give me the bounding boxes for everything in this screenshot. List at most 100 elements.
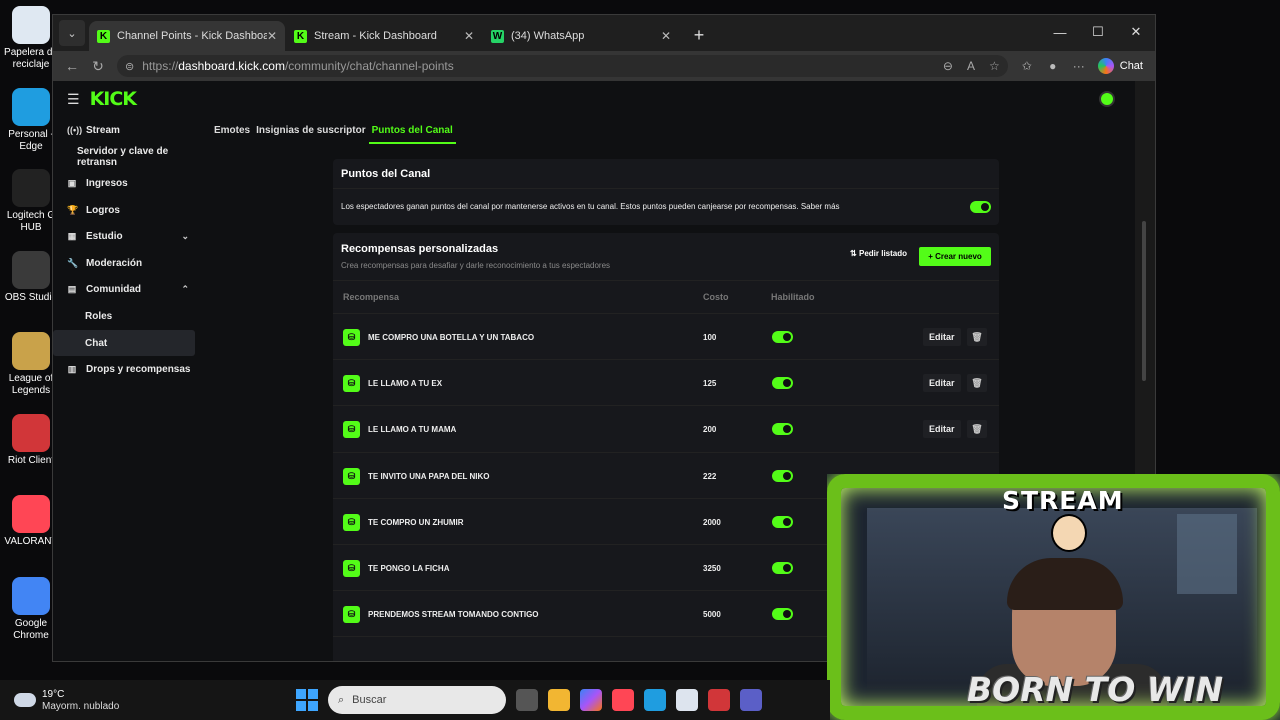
favorite-star-icon[interactable]: ☆	[989, 59, 1000, 73]
browser-tab[interactable]: W (34) WhatsApp ✕	[483, 21, 679, 51]
desktop-icon[interactable]: League of Legends	[4, 332, 58, 397]
desktop-icon[interactable]: Google Chrome	[4, 576, 58, 642]
task-view-icon[interactable]	[516, 689, 538, 711]
site-info-icon[interactable]: ⊜	[125, 60, 134, 73]
sidebar-icon: ▦	[67, 231, 77, 242]
file-explorer-icon[interactable]	[548, 689, 570, 711]
tab-bar: ⌄ K Channel Points - Kick Dashboard ✕ K Stre…	[53, 15, 1155, 51]
reward-enabled-toggle[interactable]	[772, 608, 793, 621]
sidebar-item[interactable]: Chat	[53, 329, 195, 357]
create-reward-button[interactable]: + Crear nuevo	[919, 247, 991, 266]
close-tab-icon[interactable]: ✕	[464, 29, 474, 43]
sidebar-item[interactable]: 🏆 Logros	[53, 197, 203, 224]
subtab[interactable]: Puntos del Canal	[368, 125, 456, 144]
desktop-icon[interactable]: Personal - Edge	[4, 87, 58, 153]
rewards-subtitle: Crea recompensas para desafiar y darle r…	[341, 261, 611, 270]
channel-points-description: Los espectadores ganan puntos del canal …	[341, 202, 840, 211]
sidebar-item[interactable]: ▥ Drops y recompensas	[53, 356, 203, 383]
desktop-icon[interactable]: Logitech G HUB	[4, 169, 58, 234]
reload-icon[interactable]: ↻	[85, 58, 111, 75]
close-tab-icon[interactable]: ✕	[267, 29, 277, 43]
scrollbar-thumb[interactable]	[1142, 221, 1146, 381]
user-avatar[interactable]	[1099, 91, 1115, 107]
teams-taskbar-icon[interactable]	[740, 689, 762, 711]
close-tab-icon[interactable]: ✕	[661, 29, 671, 43]
reward-enabled-toggle[interactable]	[772, 561, 793, 574]
desktop-icon[interactable]: Papelera de reciclaje	[4, 6, 58, 71]
chevron-icon[interactable]: ⌄	[181, 231, 189, 242]
desktop-icon[interactable]: OBS Studio	[4, 250, 58, 304]
col-enabled: Habilitado	[771, 292, 815, 302]
new-tab-button[interactable]: +	[686, 22, 712, 48]
edge-taskbar-icon[interactable]	[644, 689, 666, 711]
sidebar-icon: ((•))	[67, 125, 83, 136]
channel-points-title: Puntos del Canal	[333, 159, 999, 189]
address-bar[interactable]: ⊜ https://dashboard.kick.com/community/c…	[117, 55, 1008, 77]
order-list-label: Pedir listado	[858, 249, 907, 258]
sidebar-item-label: Moderación	[86, 257, 143, 269]
order-list-button[interactable]: ⇅ Pedir listado	[850, 249, 907, 258]
subtab[interactable]: Insignias de suscriptor	[253, 125, 368, 144]
reward-row: ⛁ ME COMPRO UNA BOTELLA Y UN TABACO 100 Edi…	[333, 314, 999, 361]
reward-cost: 100	[703, 333, 717, 342]
chevron-icon[interactable]: ⌃	[181, 284, 189, 295]
minimize-button[interactable]: —	[1041, 15, 1079, 49]
reward-enabled-toggle[interactable]	[772, 515, 793, 528]
copilot-chat-button[interactable]: Chat	[1092, 58, 1149, 74]
reward-enabled-toggle[interactable]	[772, 331, 793, 343]
desktop-icon[interactable]: VALORANT	[4, 495, 58, 548]
sidebar-item[interactable]: ▣ Ingresos	[53, 170, 203, 197]
valorant-taskbar-icon[interactable]	[612, 689, 634, 711]
sidebar-item[interactable]: Servidor y clave de retransn	[53, 144, 203, 171]
sidebar-item-label: Comunidad	[86, 284, 141, 296]
sidebar-item-label: Logros	[86, 204, 120, 216]
browser-tab[interactable]: K Channel Points - Kick Dashboard ✕	[89, 21, 285, 51]
edit-reward-button[interactable]: Editar	[923, 328, 961, 346]
channel-points-toggle[interactable]	[970, 201, 991, 213]
edit-reward-button[interactable]: Editar	[923, 374, 961, 393]
riot-taskbar-icon[interactable]	[708, 689, 730, 711]
sidebar-item-label: Drops y recompensas	[86, 364, 191, 376]
back-icon[interactable]: ←	[59, 58, 85, 74]
reward-enabled-toggle[interactable]	[772, 423, 793, 436]
sidebar-item[interactable]: Roles	[53, 303, 203, 330]
desktop-icon[interactable]: Riot Client	[4, 413, 58, 467]
close-window-button[interactable]: ✕	[1117, 15, 1155, 49]
sidebar-item[interactable]: ▤ Comunidad ⌃	[53, 277, 203, 304]
windows-start-icon[interactable]	[296, 689, 318, 711]
sidebar-item[interactable]: ((•)) Stream	[53, 117, 203, 144]
tab-actions-menu[interactable]: ⌄	[59, 20, 85, 46]
url-prefix: https://	[142, 59, 179, 73]
sidebar-item[interactable]: ▦ Estudio ⌄	[53, 223, 203, 250]
trash-icon[interactable]: 🗑	[967, 420, 987, 439]
sort-icon: ⇅	[850, 249, 859, 258]
store-taskbar-icon[interactable]	[676, 689, 698, 711]
reward-name: TE INVITO UNA PAPA DEL NIKO	[368, 471, 490, 481]
browser-tab[interactable]: K Stream - Kick Dashboard ✕	[286, 21, 482, 51]
read-aloud-icon[interactable]: A	[967, 59, 975, 73]
maximize-button[interactable]: ☐	[1079, 15, 1117, 49]
more-menu-icon[interactable]: ···	[1066, 59, 1092, 73]
reward-enabled-toggle[interactable]	[772, 469, 793, 482]
copilot-taskbar-icon[interactable]	[580, 689, 602, 711]
copilot-chat-label: Chat	[1119, 60, 1143, 72]
app-icon	[12, 169, 50, 207]
subtab[interactable]: Emotes	[211, 125, 253, 144]
weather-widget[interactable]: 19°C Mayorm. nublado	[0, 689, 119, 712]
channel-points-card: Puntos del Canal Los espectadores ganan …	[333, 159, 999, 225]
edit-reward-button[interactable]: Editar	[923, 420, 961, 439]
profile-icon[interactable]: ●	[1040, 59, 1066, 73]
zoom-icon[interactable]: ⊖	[943, 59, 953, 73]
trash-icon[interactable]: 🗑	[967, 328, 987, 346]
trash-icon[interactable]: 🗑	[967, 374, 987, 393]
desktop-icon-label: VALORANT	[4, 536, 58, 547]
hamburger-menu-icon[interactable]: ☰	[67, 91, 80, 108]
reward-enabled-toggle[interactable]	[772, 377, 793, 390]
url-host: dashboard.kick.com	[178, 59, 285, 73]
sidebar-item[interactable]: 🔧 Moderación	[53, 250, 203, 277]
kick-logo[interactable]: KICK	[90, 88, 137, 110]
tab-title: Channel Points - Kick Dashboard	[117, 30, 267, 42]
favorites-icon[interactable]: ✩	[1014, 59, 1040, 73]
reward-cost: 125	[703, 379, 717, 389]
taskbar-search[interactable]: ⌕ Buscar	[328, 686, 506, 714]
